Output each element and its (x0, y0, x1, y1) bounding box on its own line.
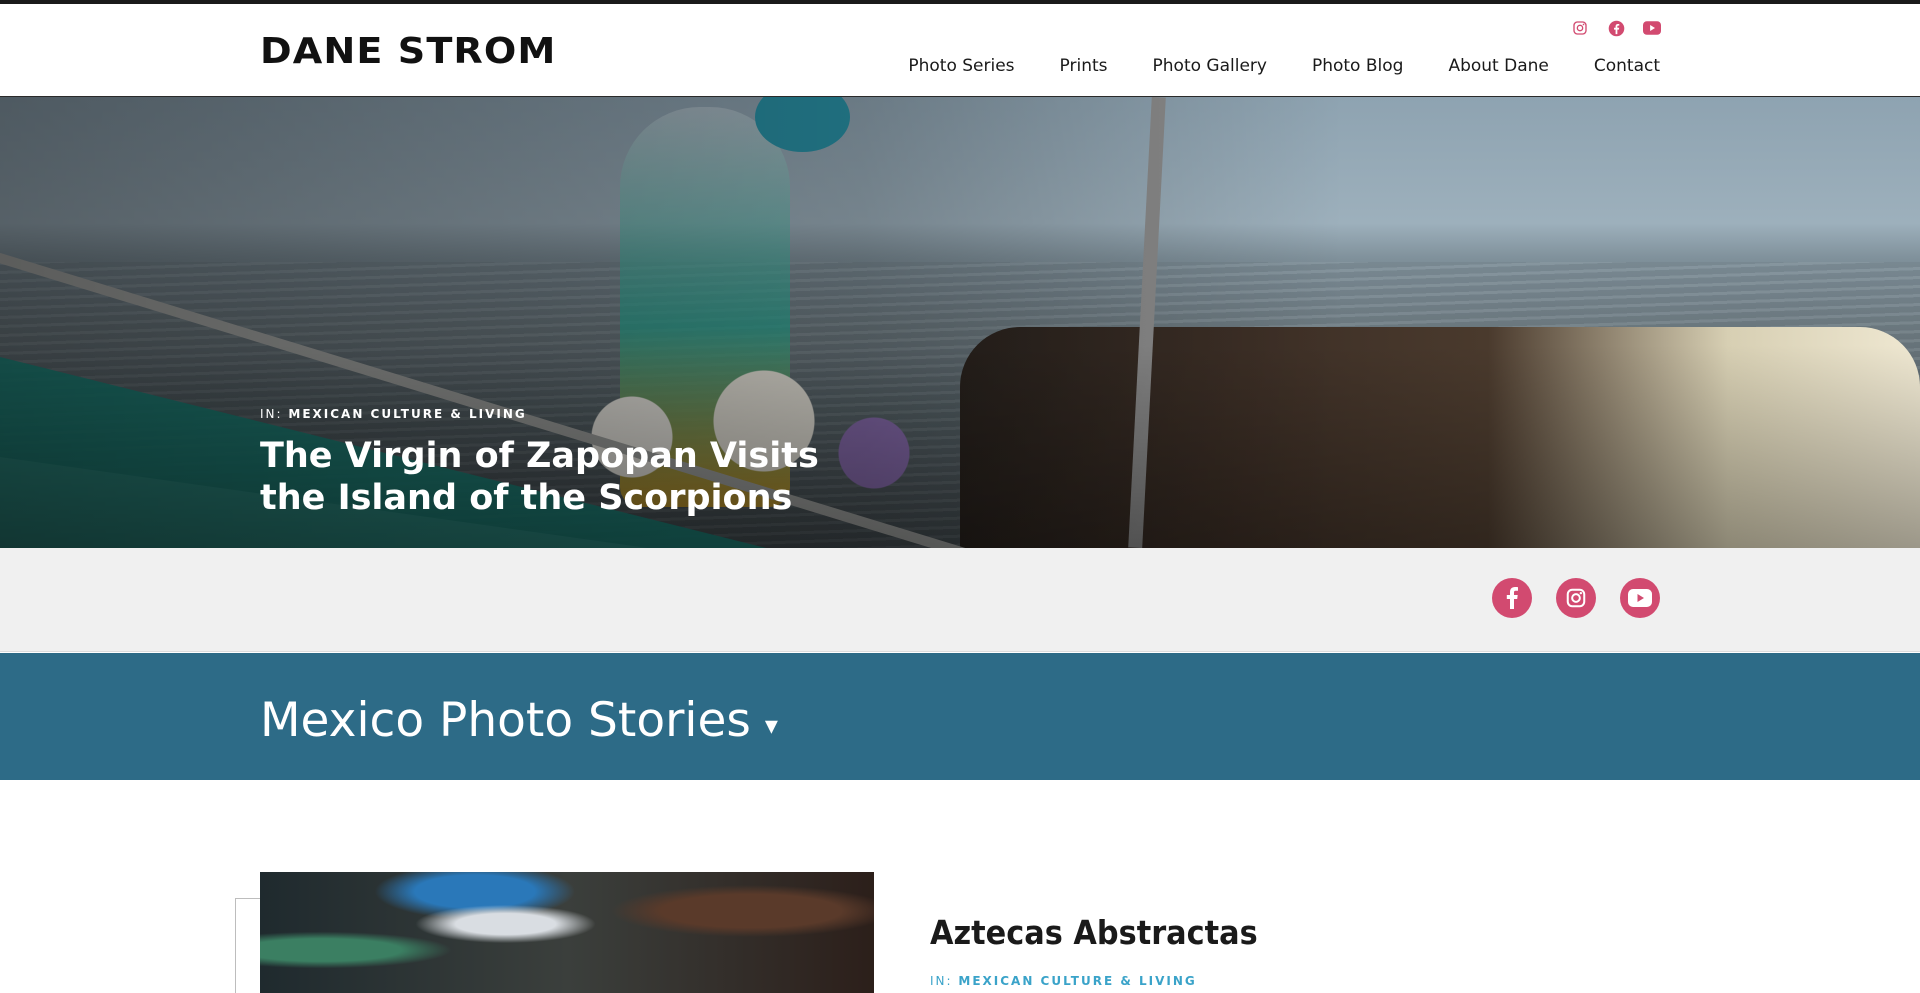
nav-photo-series[interactable]: Photo Series (908, 55, 1014, 77)
share-icons (1492, 578, 1660, 618)
youtube-icon[interactable] (1620, 578, 1660, 618)
chevron-down-icon: ▾ (764, 710, 778, 741)
site-logo[interactable]: DANE STROM (260, 34, 556, 70)
hero-category-link[interactable]: MEXICAN CULTURE & LIVING (288, 407, 526, 421)
nav-contact[interactable]: Contact (1594, 55, 1660, 77)
post-thumbnail[interactable] (260, 872, 874, 993)
post-category: IN: MEXICAN CULTURE & LIVING (930, 974, 1197, 988)
hero-category-prefix: IN: (260, 407, 283, 421)
post-card: Aztecas Abstractas IN: MEXICAN CULTURE &… (0, 780, 1920, 993)
section-header-band: Mexico Photo Stories ▾ (0, 653, 1920, 780)
hero-category: IN: MEXICAN CULTURE & LIVING (260, 407, 527, 421)
post-category-link[interactable]: MEXICAN CULTURE & LIVING (958, 974, 1196, 988)
instagram-icon[interactable] (1570, 18, 1590, 38)
header-social-links (1570, 18, 1662, 38)
nav-photo-blog[interactable]: Photo Blog (1312, 55, 1403, 77)
instagram-icon[interactable] (1556, 578, 1596, 618)
hero-banner[interactable]: IN: MEXICAN CULTURE & LIVING The Virgin … (0, 97, 1920, 548)
post-title[interactable]: Aztecas Abstractas (930, 913, 1258, 952)
nav-photo-gallery[interactable]: Photo Gallery (1153, 55, 1267, 77)
hero-title[interactable]: The Virgin of Zapopan Visits the Island … (260, 435, 880, 519)
section-title: Mexico Photo Stories (260, 693, 751, 748)
share-bar (0, 548, 1920, 652)
section-title-dropdown[interactable]: Mexico Photo Stories ▾ (260, 693, 778, 748)
facebook-icon[interactable] (1492, 578, 1532, 618)
post-category-prefix: IN: (930, 974, 953, 988)
nav-about-dane[interactable]: About Dane (1448, 55, 1548, 77)
main-nav: Photo Series Prints Photo Gallery Photo … (908, 55, 1660, 77)
youtube-icon[interactable] (1642, 18, 1662, 38)
site-header: DANE STROM Photo Series Prints Photo Gal… (0, 4, 1920, 97)
nav-prints[interactable]: Prints (1060, 55, 1108, 77)
facebook-icon[interactable] (1606, 18, 1626, 38)
